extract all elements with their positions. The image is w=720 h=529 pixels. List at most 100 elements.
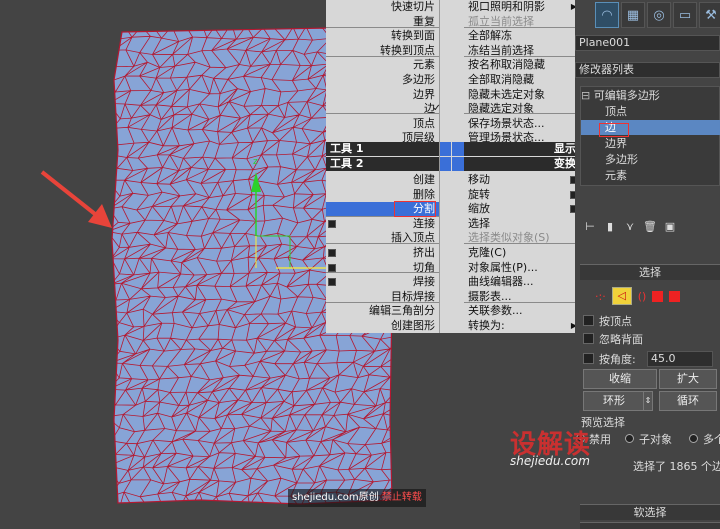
grow-button[interactable]: 扩大	[659, 369, 717, 389]
preview-off-label: 禁用	[589, 433, 611, 446]
edge-mode-icon[interactable]: ◁	[611, 287, 632, 305]
subobject-icons: ·:· ◁ ()	[595, 287, 681, 305]
quad-display-top-item-6[interactable]: 隐藏未选定对象	[464, 88, 580, 102]
quad-menu-display: 视口照明和阴影 孤立当前选择 全部解冻 冻结当前选择 按名称取消隐藏 全部取消隐藏 隐藏未选…	[464, 0, 580, 333]
modify-tab-icon[interactable]: ◠	[595, 2, 619, 28]
menu-separator	[326, 243, 439, 244]
ring-spinner[interactable]: ⇕	[643, 391, 653, 411]
ignore-backfacing-label: 忽略背面	[599, 333, 643, 346]
next-rollout-edge	[580, 522, 720, 529]
preview-subobject-label: 子对象	[639, 433, 672, 446]
quad-transform-bottom-item-0[interactable]: 移动	[464, 173, 580, 187]
preview-multi-label: 多个	[703, 433, 720, 446]
quad-transform-bottom-item-5[interactable]: 克隆(C)	[464, 246, 580, 260]
menu-separator	[464, 302, 580, 303]
settings-box-icon[interactable]	[328, 278, 336, 287]
settings-box-icon[interactable]	[328, 263, 336, 272]
quad-tools-top-item-8[interactable]: 顶点	[326, 117, 439, 131]
remove-modifier-icon[interactable]: 🗑	[643, 218, 657, 234]
stack-polygon[interactable]: 多边形	[581, 152, 720, 167]
menu-separator	[326, 27, 439, 28]
quad-display-top-item-4[interactable]: 按名称取消隐藏	[464, 58, 580, 72]
shrink-button[interactable]: 收缩	[583, 369, 657, 389]
quad-transform-bottom-item-6[interactable]: 对象属性(P)...	[464, 261, 580, 275]
stack-toolbar: ⊢ ▮ ⋎ 🗑 ▣	[575, 215, 720, 237]
modifier-stack: ⊟ 可编辑多边形 顶点 边 边界 多边形 元素	[580, 86, 720, 186]
preview-subobject-radio[interactable]	[625, 434, 634, 443]
quad-menu-center	[440, 0, 464, 333]
quad-title-transform: 变换	[464, 157, 580, 171]
soft-selection-rollout-header[interactable]: 软选择	[580, 504, 720, 520]
quad-title-tools-2: 工具 2	[326, 157, 439, 171]
quad-title-display: 显示	[464, 142, 580, 156]
settings-box-icon[interactable]	[328, 219, 336, 228]
quad-transform-bottom-item-7[interactable]: 曲线编辑器...	[464, 275, 580, 289]
stack-element[interactable]: 元素	[581, 168, 720, 183]
quad-display-top-item-2[interactable]: 全部解冻	[464, 29, 580, 43]
quad-title-tools-1: 工具 1	[326, 142, 439, 156]
menu-separator	[326, 272, 439, 273]
object-name-field[interactable]: Plane001	[575, 35, 720, 51]
quad-tools-bottom-item-9[interactable]: 编辑三角剖分	[326, 304, 439, 318]
stack-vertex[interactable]: 顶点	[581, 104, 720, 119]
menu-separator	[464, 27, 580, 28]
display-tab-icon[interactable]: ▭	[673, 2, 697, 28]
quad-transform-bottom-item-9[interactable]: 关联参数...	[464, 304, 580, 318]
quad-transform-bottom-item-10[interactable]: 转换为:	[464, 319, 580, 333]
watermark-url: shejiedu.com	[510, 454, 590, 468]
make-unique-icon[interactable]: ⋎	[623, 218, 637, 234]
ring-button[interactable]: 环形	[583, 391, 645, 411]
stack-editable-poly[interactable]: ⊟ 可编辑多边形	[581, 88, 660, 103]
svg-text:z: z	[253, 157, 258, 167]
quad-tools-top-item-5[interactable]: 多边形	[326, 73, 439, 87]
quad-tools-bottom-item-10[interactable]: 创建图形	[326, 319, 439, 333]
motion-tab-icon[interactable]: ◎	[647, 2, 671, 28]
panel-tabs: ◠ ▦ ◎ ▭ ⚒	[595, 2, 720, 30]
menu-separator	[464, 113, 580, 114]
pin-stack-icon[interactable]: ⊢	[583, 218, 597, 234]
hierarchy-tab-icon[interactable]: ▦	[621, 2, 645, 28]
quad-tools-bottom-item-5[interactable]: 挤出	[326, 246, 439, 260]
quad-tools-bottom-item-7[interactable]: 焊接	[326, 275, 439, 289]
quad-tools-top-item-0[interactable]: 快速切片	[326, 0, 439, 14]
quad-transform-bottom-item-3[interactable]: 选择	[464, 217, 580, 231]
by-angle-checkbox[interactable]	[583, 353, 594, 364]
ignore-backfacing-checkbox[interactable]	[583, 333, 594, 344]
quad-tools-top-item-2[interactable]: 转换到面	[326, 29, 439, 43]
utilities-tab-icon[interactable]: ⚒	[699, 2, 720, 28]
quad-tools-bottom-item-3[interactable]: 连接	[326, 217, 439, 231]
selection-rollout-header[interactable]: 选择	[580, 264, 720, 280]
menu-separator	[464, 56, 580, 57]
quad-tools-bottom-item-1[interactable]: 删除	[326, 188, 439, 202]
quad-transform-bottom-item-1[interactable]: 旋转	[464, 188, 580, 202]
polygon-mode-icon[interactable]	[652, 290, 664, 302]
quad-transform-bottom-item-2[interactable]: 缩放	[464, 202, 580, 216]
settings-box-icon[interactable]	[328, 249, 336, 257]
by-vertex-checkbox[interactable]	[583, 315, 594, 326]
element-mode-icon[interactable]	[669, 290, 681, 302]
command-panel: ◠ ▦ ◎ ▭ ⚒ Plane001 修改器列表 ⊟ 可编辑多边形 顶点 边 边…	[575, 0, 720, 529]
quad-tools-top-item-7[interactable]: 边	[326, 102, 439, 116]
configure-sets-icon[interactable]: ▣	[663, 218, 677, 234]
quad-tools-top-item-6[interactable]: 边界	[326, 88, 439, 102]
quad-tools-top-item-4[interactable]: 元素	[326, 58, 439, 72]
vertex-mode-icon[interactable]: ·:·	[595, 290, 606, 303]
show-end-result-icon[interactable]: ▮	[603, 218, 617, 234]
angle-spinner[interactable]: 45.0	[647, 351, 713, 367]
menu-separator	[326, 302, 439, 303]
preview-multi-radio[interactable]	[689, 434, 698, 443]
split-highlight-box	[394, 201, 436, 218]
stack-border[interactable]: 边界	[581, 136, 720, 151]
quad-menu-tools: 快速切片 重复 转换到面 转换到顶点 元素 多边形 边界边顶点 顶层级 工具 1 工具 2 创…	[326, 0, 441, 333]
loop-button[interactable]: 循环	[659, 391, 717, 411]
border-mode-icon[interactable]: ()	[638, 290, 647, 303]
selection-status: 选择了 1865 个边	[633, 460, 720, 473]
quad-tools-bottom-item-0[interactable]: 创建	[326, 173, 439, 187]
quad-display-top-item-7[interactable]: 隐藏选定对象	[464, 102, 580, 116]
menu-separator	[326, 113, 439, 114]
edge-highlight-box	[599, 123, 629, 137]
modifier-list-dropdown[interactable]: 修改器列表	[575, 62, 720, 78]
quad-display-top-item-5[interactable]: 全部取消隐藏	[464, 73, 580, 87]
quad-display-top-item-8[interactable]: 保存场景状态...	[464, 117, 580, 131]
quad-display-top-item-0[interactable]: 视口照明和阴影	[464, 0, 580, 14]
